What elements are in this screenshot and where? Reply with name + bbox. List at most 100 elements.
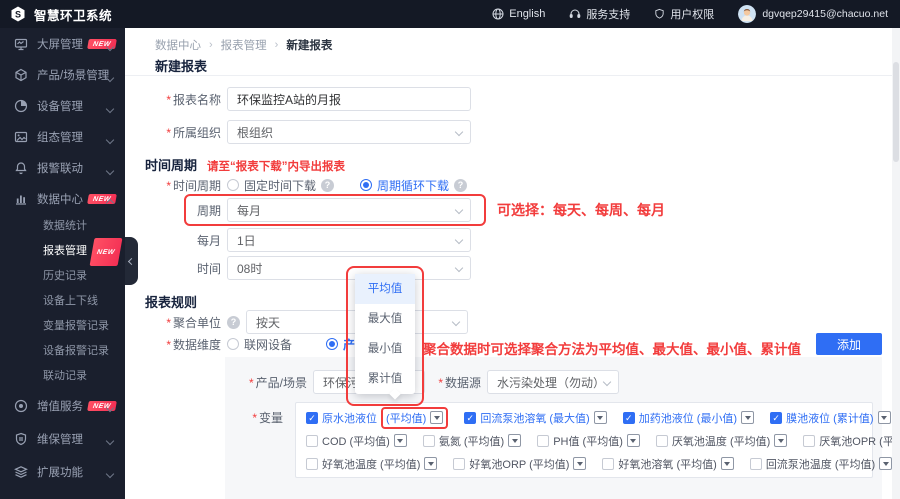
radio-networked-device[interactable]: 联网设备: [227, 336, 292, 353]
nav-permissions[interactable]: 用户权限: [654, 6, 714, 22]
sidebar-item-extensions[interactable]: 扩展功能: [0, 455, 125, 488]
nav-language[interactable]: English: [492, 8, 545, 20]
checkbox-icon[interactable]: [770, 411, 783, 424]
aggregation-mini-select[interactable]: [720, 457, 734, 470]
shield-icon: [655, 8, 664, 19]
scrollbar-track[interactable]: [892, 28, 900, 499]
checkbox-icon[interactable]: [453, 457, 466, 470]
cube-icon: [14, 68, 28, 82]
time-cycle-label: 时间周期: [172, 178, 221, 193]
cycle-select[interactable]: 每月: [227, 198, 471, 222]
submenu-item-device-online[interactable]: 设备上下线: [0, 289, 125, 314]
chevron-down-icon: [105, 104, 115, 114]
aggregation-mini-select[interactable]: [626, 434, 640, 447]
agg-unit-row: * 聚合单位 ? 按天: [131, 310, 468, 334]
scrollbar-thumb[interactable]: [893, 62, 899, 162]
variable-aerobic-temp[interactable]: 好氧池温度 (平均值): [306, 456, 438, 472]
sidebar-item-config-mgmt[interactable]: 组态管理: [0, 121, 125, 152]
help-icon[interactable]: ?: [227, 315, 240, 329]
aggregation-mini-select[interactable]: [573, 457, 587, 470]
radio-icon[interactable]: [227, 179, 239, 191]
radio-icon[interactable]: [326, 338, 339, 350]
aggregation-mini-select[interactable]: [424, 457, 438, 470]
help-icon[interactable]: ?: [454, 178, 468, 192]
dropdown-option-min[interactable]: 最小值: [355, 334, 415, 364]
sidebar-item-alarm-linkage[interactable]: 报警联动: [0, 152, 125, 183]
checkbox-icon[interactable]: [464, 411, 477, 424]
variable-anaerobic-opr[interactable]: 厌氧池OPR (平均值): [803, 433, 900, 449]
sidebar-item-product-scene[interactable]: 产品/场景管理: [0, 59, 125, 90]
sidebar-item-data-center[interactable]: 数据中心 NEW: [0, 183, 125, 214]
aggregation-mini-select[interactable]: [508, 434, 522, 447]
checkbox-icon[interactable]: [602, 457, 615, 470]
datasource-select[interactable]: 水污染处理（勿动）: [487, 370, 619, 394]
aggregation-mini-select[interactable]: [879, 457, 893, 470]
variable-dosing-pool-level[interactable]: 加药池液位 (最小值): [622, 410, 755, 426]
chevron-down-icon: [454, 205, 464, 215]
variable-anaerobic-temp[interactable]: 厌氧池温度 (平均值): [655, 433, 788, 449]
aggregation-mini-select[interactable]: [430, 411, 444, 424]
radio-icon[interactable]: [227, 338, 239, 350]
organization-select[interactable]: 根组织: [227, 120, 471, 144]
required-asterisk: *: [166, 178, 171, 193]
checkbox-icon[interactable]: [422, 434, 435, 447]
report-name-input[interactable]: [227, 87, 471, 111]
variable-raw-pool-level[interactable]: 原水池液位 (平均值): [306, 406, 449, 429]
variable-aerobic-do[interactable]: 好氧池溶氧 (平均值): [602, 456, 734, 472]
required-asterisk: *: [166, 125, 171, 140]
user-avatar[interactable]: [738, 5, 757, 23]
submenu-item-linkage-record[interactable]: 联动记录: [0, 364, 125, 389]
checkbox-icon[interactable]: [803, 434, 816, 447]
breadcrumb-report-mgmt[interactable]: 报表管理: [221, 37, 267, 53]
submenu-item-data-statistics[interactable]: 数据统计: [0, 214, 125, 239]
checkbox-icon[interactable]: [306, 411, 318, 424]
variable-ph[interactable]: PH值 (平均值): [537, 433, 640, 449]
chart-pie-icon: [14, 99, 28, 113]
layers-icon: [14, 465, 28, 479]
variable-aerobic-orp[interactable]: 好氧池ORP (平均值): [453, 456, 587, 472]
nav-support[interactable]: 服务支持: [569, 6, 630, 22]
submenu-item-history[interactable]: 历史记录: [0, 264, 125, 289]
variable-cod[interactable]: COD (平均值): [306, 433, 407, 449]
checkbox-icon[interactable]: [622, 411, 635, 424]
radio-fixed-download[interactable]: 固定时间下载 ?: [227, 177, 335, 194]
checkbox-icon[interactable]: [655, 434, 668, 447]
aggregation-mini-select[interactable]: [774, 434, 788, 447]
shield-badge-icon: [14, 432, 28, 446]
submenu-item-variable-alarm[interactable]: 变量报警记录: [0, 314, 125, 339]
add-button[interactable]: 添加: [816, 333, 882, 355]
submenu-item-device-alarm[interactable]: 设备报警记录: [0, 339, 125, 364]
checkbox-icon[interactable]: [306, 457, 318, 470]
dropdown-option-max[interactable]: 最大值: [355, 304, 415, 334]
chevron-down-icon: [105, 42, 115, 52]
radio-icon[interactable]: [360, 179, 373, 191]
variable-row-3: 好氧池温度 (平均值) 好氧池ORP (平均值) 好氧池溶氧 (平均值) 回流泵…: [306, 452, 893, 475]
sidebar-item-maintenance[interactable]: 维保管理: [0, 422, 125, 455]
user-email[interactable]: dgvqep29415@chacuo.net: [762, 8, 888, 20]
variable-membrane-pool-level[interactable]: 膜池液位 (累计值): [770, 410, 891, 426]
aggregation-mini-select[interactable]: [593, 411, 607, 424]
dropdown-option-average[interactable]: 平均值: [355, 274, 415, 304]
time-cycle-row: * 时间周期 固定时间下载 ? 周期循环下载 ?: [131, 173, 468, 197]
submenu-item-report-mgmt[interactable]: 报表管理 NEW: [0, 237, 125, 266]
dropdown-option-sum[interactable]: 累计值: [355, 364, 415, 394]
variable-ammonia[interactable]: 氨氮 (平均值): [422, 433, 522, 449]
checkbox-icon[interactable]: [537, 434, 550, 447]
variable-return-pump-do[interactable]: 回流泵池溶氧 (最大值): [464, 410, 607, 426]
variable-return-pump-temp[interactable]: 回流泵池温度 (平均值): [749, 456, 893, 472]
checkbox-icon[interactable]: [749, 457, 762, 470]
breadcrumb-data-center[interactable]: 数据中心: [155, 37, 201, 53]
time-select[interactable]: 08时: [227, 256, 471, 280]
help-icon[interactable]: ?: [321, 178, 335, 192]
sidebar-item-value-added[interactable]: 增值服务 NEW: [0, 389, 125, 422]
checkbox-icon[interactable]: [306, 434, 318, 447]
aggregation-mini-select[interactable]: [393, 434, 407, 447]
sidebar-collapse-handle[interactable]: [125, 237, 138, 285]
sidebar-item-device-mgmt[interactable]: 设备管理: [0, 90, 125, 121]
aggregation-mini-select[interactable]: [741, 411, 755, 424]
sidebar-item-screen-mgmt[interactable]: 大屏管理 NEW: [0, 28, 125, 59]
radio-cycle-download[interactable]: 周期循环下载 ?: [360, 177, 468, 194]
aggregation-mini-select[interactable]: [877, 411, 891, 424]
monthly-select[interactable]: 1日: [227, 228, 471, 252]
monthly-label: 每月: [196, 233, 221, 248]
